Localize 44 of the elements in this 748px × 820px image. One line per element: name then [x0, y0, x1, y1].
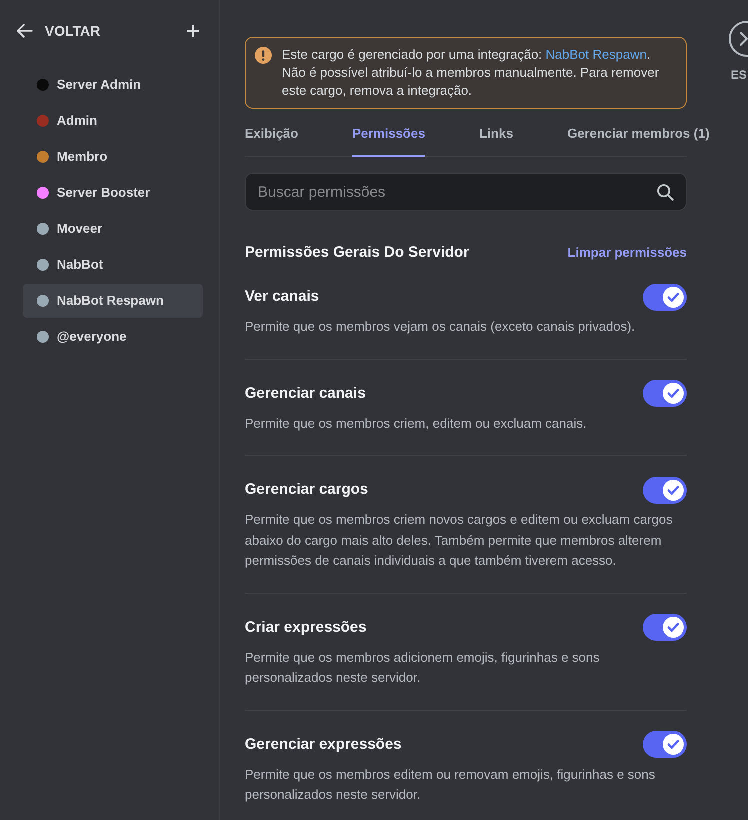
search-icon: [657, 184, 674, 201]
permission-description: Permite que os membros editem ou removam emojis, figurinhas e sons personalizados neste servidor.: [245, 766, 656, 804]
permission-description: Permite que os membros criem novos cargos e editem ou excluam cargos abaixo do cargo mais alto deles. Também permite que membros alterem permissões de canais individuais a que também tiverem acesso.: [245, 511, 674, 570]
clear-permissions-link[interactable]: Limpar permissões: [568, 244, 687, 262]
toggle-switch[interactable]: [643, 731, 687, 758]
permission-name: Ver canais: [245, 287, 320, 307]
search-field[interactable]: Buscar permissões: [245, 173, 687, 211]
role-item[interactable]: NabBot Respawn: [23, 284, 203, 318]
esc-label: ES: [731, 67, 748, 83]
permission-name: Gerenciar expressões: [245, 734, 402, 754]
alert-message: Este cargo é gerenciado por uma integração: NabBot Respawn. Não é possível atribuí-lo a membros manualmente. Para remover este cargo, remova a integração.: [282, 46, 660, 100]
check-icon: [663, 383, 684, 404]
role-item[interactable]: Moveer: [23, 212, 203, 246]
section-heading: Permissões Gerais Do Servidor: [245, 243, 470, 263]
toggle-switch[interactable]: [643, 284, 687, 310]
toggle-switch[interactable]: [643, 614, 687, 641]
toggle-switch[interactable]: [643, 476, 687, 504]
close-icon[interactable]: [729, 21, 748, 57]
permission-description: Permite que os membros criem, editem ou excluam canais.: [245, 414, 588, 433]
check-icon: [663, 617, 684, 638]
permission-name: Gerenciar cargos: [245, 480, 368, 500]
role-item[interactable]: NabBot: [23, 248, 203, 282]
role-item[interactable]: Server Admin: [23, 68, 203, 102]
check-icon: [663, 734, 684, 755]
role-item[interactable]: Membro: [23, 140, 203, 174]
plus-icon[interactable]: [187, 25, 199, 37]
permission-description: Permite que os membros vejam os canais (exceto canais privados).: [245, 318, 636, 336]
toggle-switch[interactable]: [643, 380, 687, 407]
tab[interactable]: Links: [479, 124, 514, 157]
tab[interactable]: Exibição: [245, 124, 298, 157]
permission-name: Criar expressões: [245, 618, 367, 638]
permission-description: Permite que os membros adicionem emojis, figurinhas e sons personalizados neste servidor.: [245, 648, 601, 687]
tab[interactable]: Permissões: [352, 124, 426, 157]
tab[interactable]: Gerenciar membros (1): [567, 124, 710, 157]
integration-link[interactable]: NabBot Respawn: [546, 47, 647, 62]
role-item[interactable]: @everyone: [23, 320, 203, 354]
check-icon: [663, 480, 684, 500]
arrow-left-icon: [17, 24, 33, 38]
back-button[interactable]: VOLTAR: [17, 22, 100, 40]
role-item[interactable]: Admin: [23, 104, 203, 138]
check-icon: [663, 286, 684, 308]
warning-icon: [255, 47, 272, 64]
permission-name: Gerenciar canais: [245, 384, 366, 404]
role-item[interactable]: Server Booster: [23, 176, 203, 210]
